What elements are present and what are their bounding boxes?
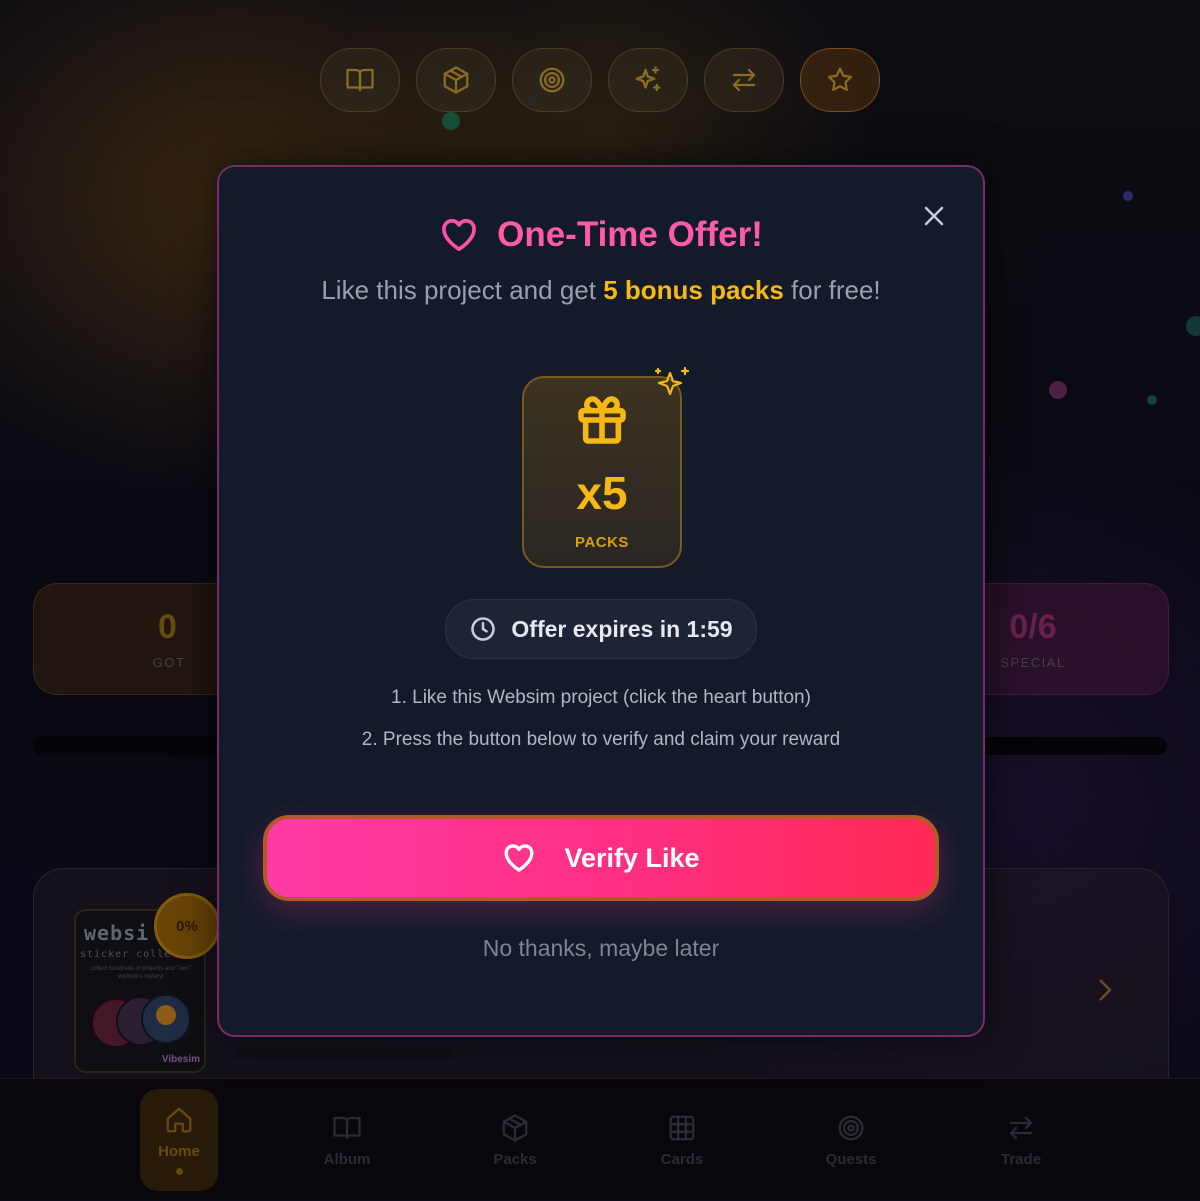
subtitle-prefix: Like this project and get	[321, 275, 604, 305]
modal-header: One-Time Offer!	[219, 215, 983, 255]
decline-offer-link[interactable]: No thanks, maybe later	[219, 935, 983, 962]
verify-like-button[interactable]: Verify Like	[263, 815, 939, 901]
pack-label: PACKS	[575, 534, 629, 551]
modal-subtitle: Like this project and get 5 bonus packs …	[219, 275, 983, 306]
timer-text: Offer expires in 1:59	[511, 615, 733, 642]
subtitle-suffix: for free!	[783, 275, 881, 305]
sparkle-icon	[654, 366, 690, 396]
verify-like-label: Verify Like	[564, 842, 700, 873]
bonus-pack-card: x5 PACKS	[522, 376, 682, 568]
instruction-step-1: 1. Like this Websim project (click the h…	[391, 687, 811, 708]
instruction-step-2: 2. Press the button below to verify and …	[361, 729, 841, 750]
modal-title: One-Time Offer!	[497, 215, 763, 254]
clock-icon	[471, 617, 496, 641]
gift-icon	[578, 396, 626, 444]
offer-modal: One-Time Offer! Like this project and ge…	[217, 165, 985, 1037]
sparkle-icon-wrap	[652, 365, 692, 399]
gift-icon-wrap	[574, 392, 630, 448]
heart-icon	[442, 218, 476, 252]
subtitle-highlight: 5 bonus packs	[603, 275, 784, 305]
pack-count: x5	[576, 467, 628, 519]
offer-timer: Offer expires in 1:59	[445, 599, 757, 659]
heart-icon	[505, 844, 534, 872]
